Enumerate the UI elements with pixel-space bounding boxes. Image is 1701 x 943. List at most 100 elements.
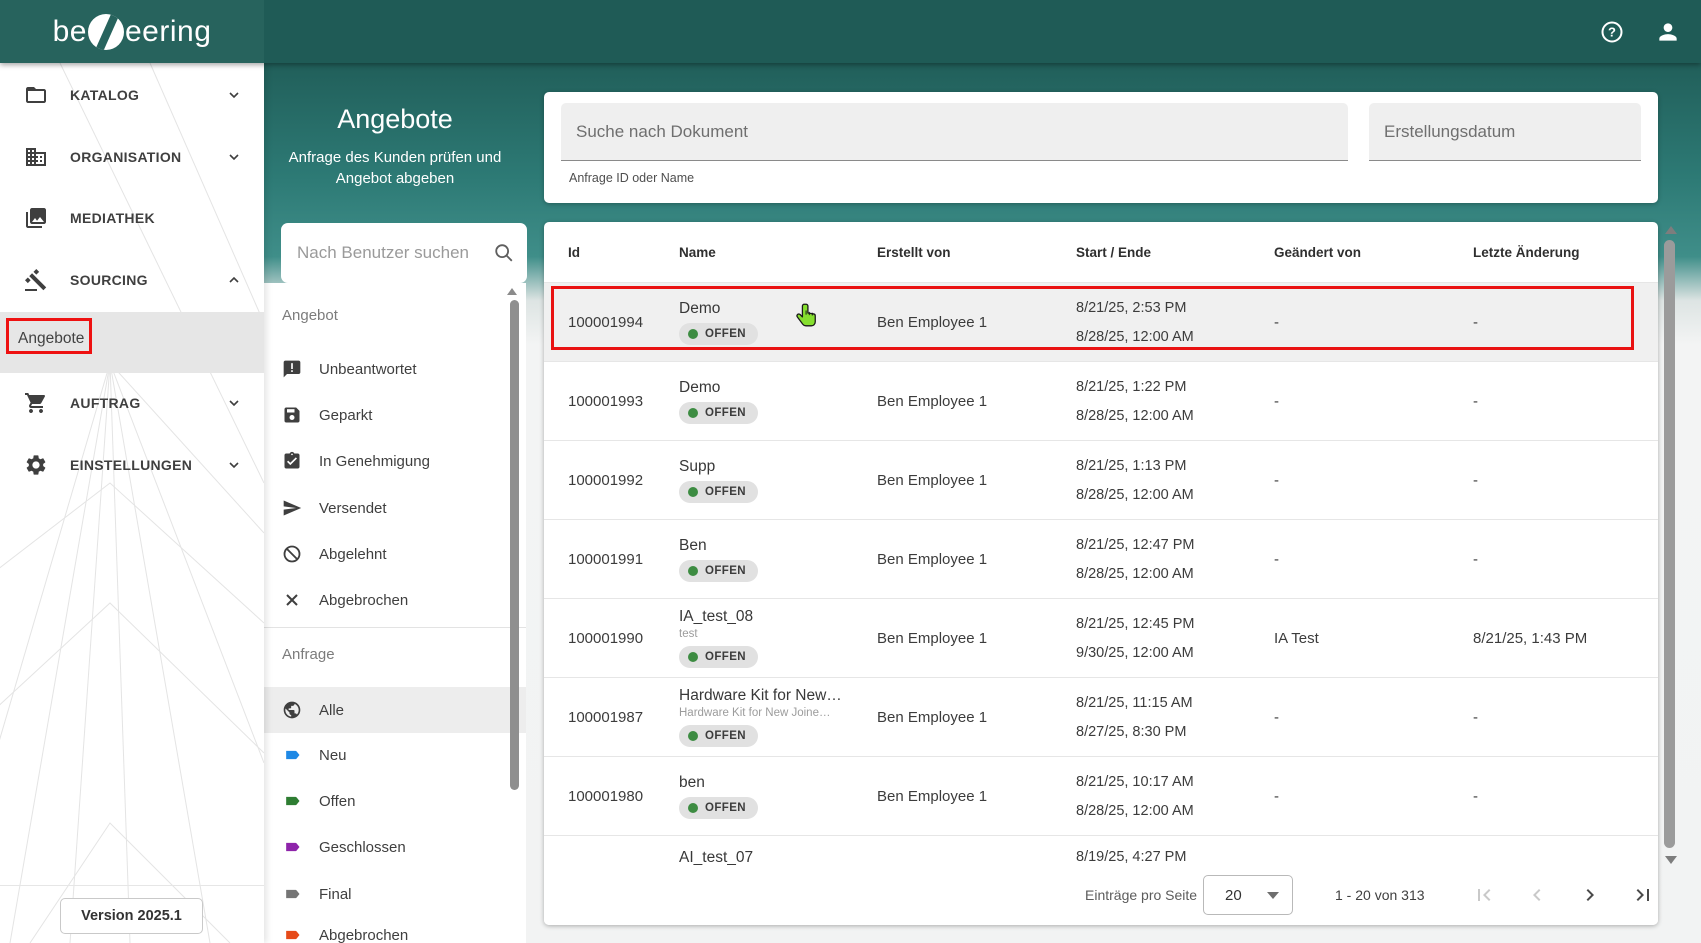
status-dot-icon	[688, 652, 698, 662]
filter-item-neu[interactable]: Neu	[264, 732, 526, 778]
shopping-cart-icon	[24, 391, 48, 415]
panel-scrollbar-thumb[interactable]	[510, 300, 519, 790]
status-badge: OFFEN	[679, 646, 758, 668]
sidebar-item-auftrag[interactable]: AUFTRAG	[0, 380, 264, 426]
filter-item-offen[interactable]: Offen	[264, 778, 526, 824]
row-created-by: Ben Employee 1	[877, 550, 988, 568]
tag-icon-red	[282, 925, 302, 943]
filter-item-versendet[interactable]: Versendet	[264, 485, 526, 531]
table-row[interactable]: 100001991 Ben OFFEN Ben Employee 1 8/21/…	[544, 519, 1658, 598]
column-header-id: Id	[568, 244, 580, 260]
column-header-start-ende: Start / Ende	[1076, 244, 1152, 260]
search-icon	[495, 244, 513, 262]
status-dot-icon	[688, 328, 698, 339]
table-scrollbar-thumb[interactable]	[1664, 240, 1675, 848]
table-scrollbar-up[interactable]	[1665, 226, 1677, 234]
document-search-card: Anfrage ID oder Name	[544, 92, 1658, 203]
panel-scrollbar-up[interactable]	[507, 288, 517, 295]
column-header-erstellt-von: Erstellt von	[877, 244, 951, 260]
row-last-change: -	[1473, 787, 1478, 805]
row-last-change: -	[1473, 550, 1478, 568]
previous-page-button[interactable]	[1525, 883, 1549, 907]
row-created-by: Ben Employee 1	[877, 629, 988, 647]
column-header-geaendert-von: Geändert von	[1274, 244, 1362, 260]
user-account-icon[interactable]	[1655, 19, 1681, 45]
sidebar-item-sourcing[interactable]: SOURCING	[0, 257, 264, 303]
filter-item-abgelehnt[interactable]: Abgelehnt	[264, 531, 526, 577]
table-row[interactable]: 100001987 Hardware Kit for New… Hardware…	[544, 677, 1658, 756]
svg-text:?: ?	[1608, 24, 1616, 39]
table-row[interactable]: 100001993 Demo OFFEN Ben Employee 1 8/21…	[544, 361, 1658, 440]
row-created-by: Ben Employee 1	[877, 313, 988, 331]
sidebar-item-katalog[interactable]: KATALOG	[0, 72, 264, 118]
building-icon	[24, 145, 48, 169]
chevron-down-icon	[229, 154, 239, 161]
sidebar-label-einstellungen: EINSTELLUNGEN	[70, 457, 193, 473]
table-row[interactable]: 100001990 IA_test_08 test OFFEN Ben Empl…	[544, 598, 1658, 677]
row-changed-by: -	[1274, 550, 1279, 568]
status-dot-icon	[688, 565, 698, 576]
filter-item-final[interactable]: Final	[264, 871, 526, 917]
row-id: 100001980	[568, 787, 644, 805]
user-search-input[interactable]	[295, 242, 493, 264]
table-row[interactable]: 100001994 Demo OFFEN Ben Employee 1 8/21…	[544, 282, 1658, 361]
row-name-subtitle: test	[679, 628, 698, 640]
page-subtitle: Anfrage des Kunden prüfen und Angebot ab…	[288, 149, 502, 187]
sidebar-item-mediathek[interactable]: MEDIATHEK	[0, 195, 264, 241]
status-badge: OFFEN	[679, 725, 758, 747]
sidebar-label-katalog: KATALOG	[70, 87, 140, 103]
filter-divider	[264, 627, 526, 628]
offers-table: Id Name Erstellt von Start / Ende Geände…	[544, 222, 1658, 925]
sidebar-item-einstellungen[interactable]: EINSTELLUNGEN	[0, 442, 264, 488]
gavel-icon	[24, 268, 48, 292]
table-scrollbar-down[interactable]	[1665, 856, 1677, 864]
row-last-change: -	[1473, 392, 1478, 410]
row-id: 100001993	[568, 392, 644, 410]
creation-date-input[interactable]	[1369, 103, 1641, 161]
document-search-helper: Anfrage ID oder Name	[569, 171, 695, 185]
next-page-button[interactable]	[1578, 883, 1602, 907]
status-dot-icon	[688, 802, 698, 813]
logo-n-icon	[87, 13, 124, 50]
tag-icon-green	[282, 791, 302, 811]
row-name: Hardware Kit for New…	[679, 687, 842, 704]
annotation-box-angebote	[6, 318, 92, 354]
document-search-input[interactable]	[561, 103, 1348, 161]
filter-item-abgebrochen-anfrage[interactable]: Abgebrochen	[264, 912, 526, 943]
caret-down-icon	[1267, 891, 1279, 899]
filter-item-in-genehmigung[interactable]: In Genehmigung	[264, 438, 526, 484]
filter-item-abgebrochen-angebot[interactable]: Abgebrochen	[264, 577, 526, 623]
table-row[interactable]: 100001992 Supp OFFEN Ben Employee 1 8/21…	[544, 440, 1658, 519]
filter-item-alle[interactable]: Alle	[264, 687, 526, 733]
save-icon	[282, 405, 302, 425]
page-size-select[interactable]: 20	[1203, 875, 1293, 915]
status-filter-list: Angebot Unbeantwortet Geparkt In Genehmi…	[264, 283, 526, 943]
filter-item-geparkt[interactable]: Geparkt	[264, 392, 526, 438]
tag-icon-blue	[282, 745, 302, 765]
per-page-label: Einträge pro Seite	[1085, 887, 1198, 903]
filter-item-unbeantwortet[interactable]: Unbeantwortet	[264, 346, 526, 392]
sidebar-divider	[0, 885, 264, 886]
table-row[interactable]: 100001980 ben OFFEN Ben Employee 1 8/21/…	[544, 756, 1658, 835]
row-id: 100001992	[568, 471, 644, 489]
user-search-box[interactable]	[281, 223, 527, 283]
filter-item-geschlossen[interactable]: Geschlossen	[264, 824, 526, 870]
feedback-icon	[282, 359, 302, 379]
top-bar: be eering ?	[0, 0, 1701, 63]
row-name: ben	[679, 773, 705, 791]
first-page-button[interactable]	[1472, 883, 1496, 907]
table-header-row: Id Name Erstellt von Start / Ende Geände…	[544, 222, 1658, 282]
row-id: 100001987	[568, 708, 644, 726]
row-created-by: Ben Employee 1	[877, 471, 988, 489]
version-button[interactable]: Version 2025.1	[60, 898, 203, 934]
filter-panel: Angebote Anfrage des Kunden prüfen und A…	[264, 63, 527, 943]
anfrage-section-heading: Anfrage	[282, 646, 335, 663]
folder-icon	[24, 83, 48, 107]
help-icon[interactable]: ?	[1599, 19, 1625, 45]
row-name: IA_test_08	[679, 608, 754, 625]
sidebar-item-organisation[interactable]: ORGANISATION	[0, 134, 264, 180]
status-dot-icon	[688, 407, 698, 418]
last-page-button[interactable]	[1631, 883, 1655, 907]
logo-text-post: eering	[124, 14, 212, 48]
chevron-down-icon	[229, 462, 239, 469]
